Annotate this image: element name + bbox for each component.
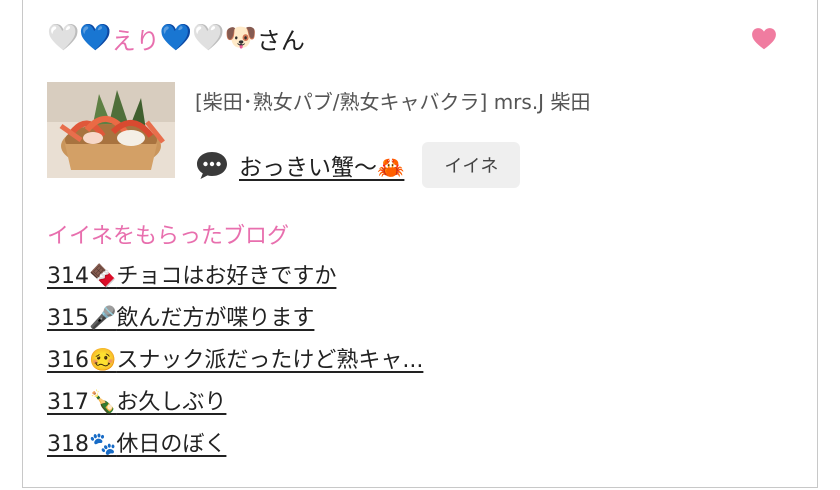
blog-like-card: 🤍💙 えり 💙🤍🐶 さん [柴田･熟女パブ/熟女キャバクラ] mrs.J 柴田 (22, 0, 818, 488)
paw-prints-emoji: 🐾 (89, 432, 117, 457)
blog-number: 317 (47, 390, 89, 415)
blog-title: お久しぶり (116, 390, 227, 415)
list-item: 317🍾お久しぶり (47, 384, 423, 426)
post-thumbnail[interactable] (47, 82, 175, 178)
blog-number: 318 (47, 432, 89, 457)
like-button[interactable]: イイネ (422, 142, 521, 188)
woozy-face-emoji: 🥴 (89, 348, 117, 373)
blog-number: 315 (47, 306, 89, 331)
blog-link-316[interactable]: 316🥴スナック派だったけど熟キャ... (47, 348, 423, 373)
prefix-emoji: 🤍💙 (47, 23, 112, 53)
crab-emoji: 🦀 (377, 156, 405, 181)
blog-title: 飲んだ方が喋ります (116, 306, 315, 331)
microphone-emoji: 🎤 (89, 306, 117, 331)
liked-blogs-heading: イイネをもらったブログ (47, 224, 290, 249)
blog-link-317[interactable]: 317🍾お久しぶり (47, 390, 226, 415)
blog-title: スナック派だったけど熟キャ... (116, 348, 424, 373)
shop-name: [柴田･熟女パブ/熟女キャバクラ] mrs.J 柴田 (195, 90, 591, 114)
post-row: おっきい蟹〜🦀 イイネ (195, 142, 521, 188)
blog-link-314[interactable]: 314🍫チョコはお好きですか (47, 264, 336, 289)
blog-link-315[interactable]: 315🎤飲んだ方が喋ります (47, 306, 314, 331)
honorific: さん (256, 26, 305, 55)
blog-link-318[interactable]: 318🐾休日のぼく (47, 432, 226, 457)
post-title-link[interactable]: おっきい蟹〜🦀 (239, 148, 404, 182)
blog-number: 316 (47, 348, 89, 373)
user-name[interactable]: えり (112, 21, 160, 56)
liked-blogs-list: 314🍫チョコはお好きですか 315🎤飲んだ方が喋ります 316🥴スナック派だっ… (47, 258, 423, 468)
list-item: 314🍫チョコはお好きですか (47, 258, 423, 300)
user-header: 🤍💙 えり 💙🤍🐶 さん (47, 18, 305, 58)
suffix-emoji: 💙🤍🐶 (159, 23, 257, 53)
list-item: 316🥴スナック派だったけど熟キャ... (47, 342, 423, 384)
heart-icon[interactable] (751, 26, 777, 52)
speech-bubble-icon (197, 152, 227, 179)
list-item: 315🎤飲んだ方が喋ります (47, 300, 423, 342)
crab-dish-image (47, 82, 175, 178)
blog-title: チョコはお好きですか (116, 264, 337, 289)
list-item: 318🐾休日のぼく (47, 426, 423, 468)
blog-title: 休日のぼく (116, 432, 227, 457)
post-title: おっきい蟹〜 (239, 155, 377, 181)
champagne-emoji: 🍾 (89, 390, 117, 415)
blog-number: 314 (47, 264, 89, 289)
chocolate-emoji: 🍫 (89, 264, 117, 289)
